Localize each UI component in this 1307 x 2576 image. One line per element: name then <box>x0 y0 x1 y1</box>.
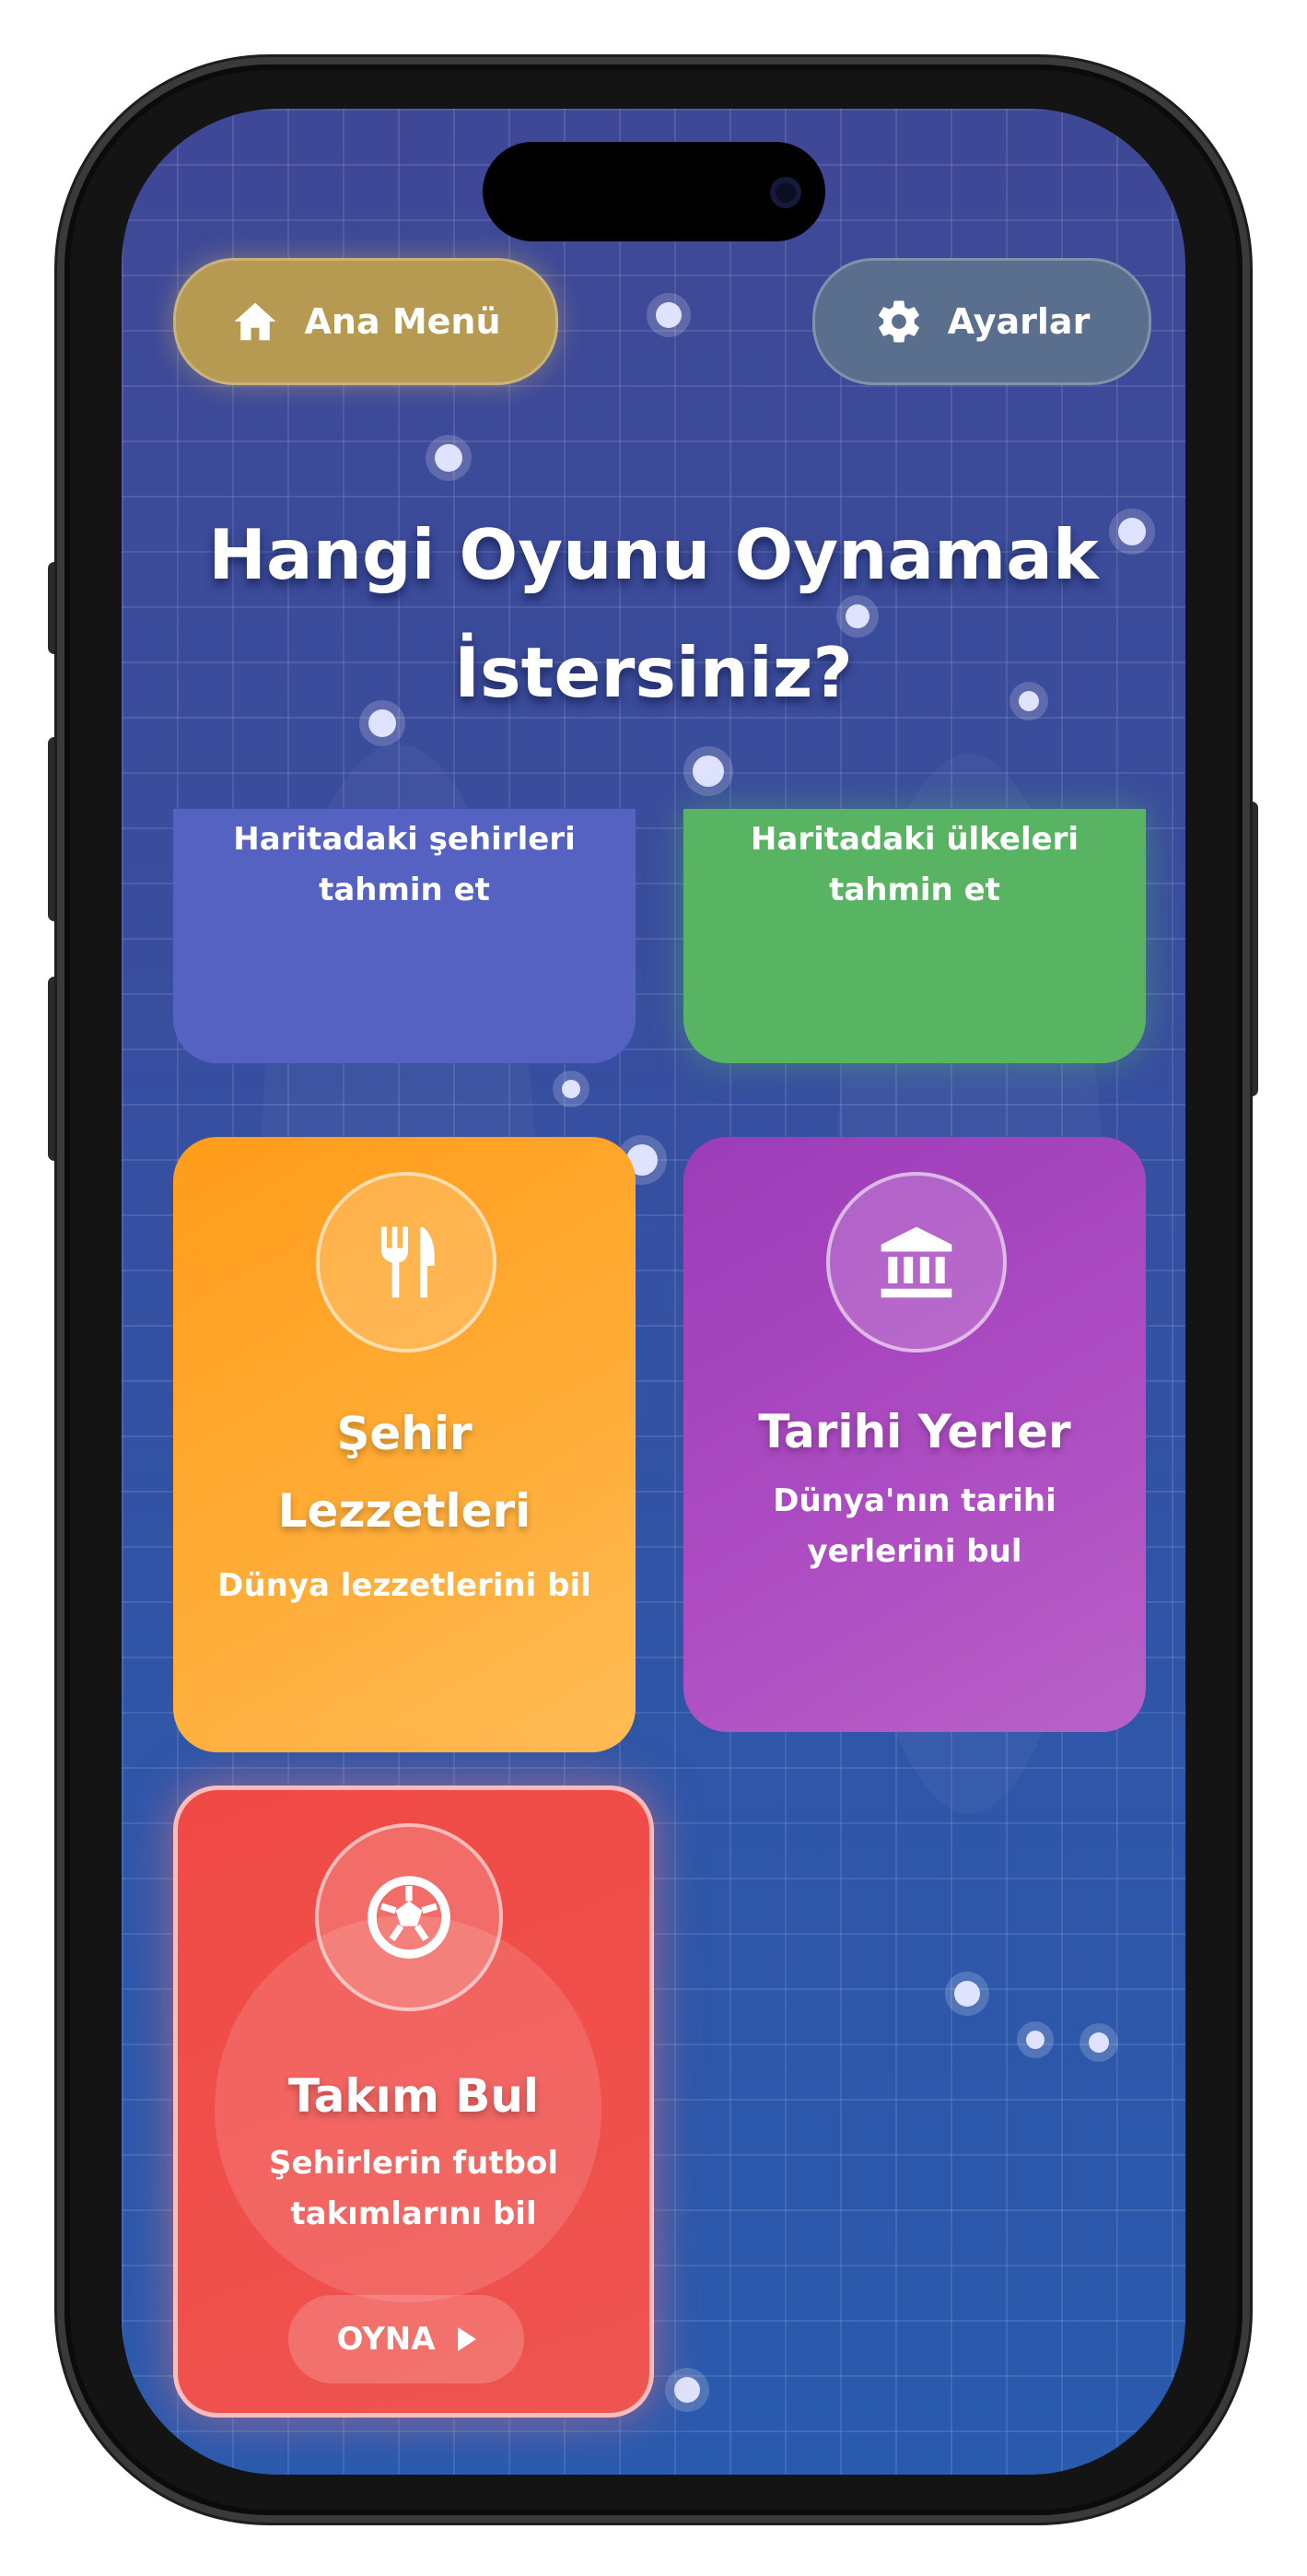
title-line-1: Hangi Oyunu Oynamak <box>208 514 1099 595</box>
card-description-line-2: tahmin et <box>319 872 490 908</box>
map-dot <box>954 1981 980 2007</box>
front-camera <box>770 177 801 208</box>
play-arrow-icon <box>457 2327 476 2351</box>
map-dot <box>674 2377 700 2403</box>
card-description-line-1: Dünya'nın tarihi <box>773 1482 1056 1519</box>
card-description-line-2: yerlerini bul <box>807 1533 1022 1570</box>
main-menu-label: Ana Menü <box>304 301 501 342</box>
card-icon-circle <box>826 1172 1007 1352</box>
app-screen: Ana Menü Ayarlar Hangi Oyunu Oynamak İst… <box>122 109 1185 2475</box>
card-description: Dünya lezzetlerini bil <box>217 1567 591 1604</box>
card-icon-circle <box>315 1823 503 2011</box>
play-button[interactable]: OYNA <box>288 2295 524 2383</box>
map-dot <box>1089 2032 1109 2053</box>
card-description-line-2: tahmin et <box>829 872 1000 908</box>
map-dot <box>693 755 724 787</box>
card-title: Takım Bul <box>287 2069 540 2123</box>
card-description-line-2: takımlarını bil <box>290 2195 537 2232</box>
landmark-icon <box>881 1226 952 1298</box>
card-title: Tarihi Yerler <box>758 1405 1071 1458</box>
gear-icon <box>878 300 919 343</box>
card-description-line-1: Haritadaki şehirleri <box>233 821 576 858</box>
utensils-icon <box>381 1226 435 1298</box>
play-button-label: OYNA <box>336 2321 436 2358</box>
map-dot <box>435 444 462 472</box>
card-description-line-1: Haritadaki ülkeleri <box>750 821 1079 858</box>
main-menu-button[interactable]: Ana Menü <box>173 258 558 385</box>
game-card-historic-places[interactable]: Tarihi Yerler Dünya'nın tarihi yerlerini… <box>683 1137 1146 1732</box>
map-dot <box>1026 2031 1044 2049</box>
map-dot <box>656 302 682 328</box>
settings-label: Ayarlar <box>947 301 1091 342</box>
map-dot <box>562 1080 580 1098</box>
card-icon-circle <box>316 1172 496 1352</box>
game-card-country-guess[interactable]: Haritadaki ülkeleri tahmin et <box>683 809 1146 1063</box>
soccer-ball-icon <box>368 1876 450 1959</box>
home-icon <box>234 302 276 341</box>
dynamic-island <box>483 142 825 241</box>
card-description-line-1: Şehirlerin futbol <box>269 2145 558 2182</box>
settings-button[interactable]: Ayarlar <box>812 258 1151 385</box>
card-title-line-2: Lezzetleri <box>277 1484 531 1538</box>
game-card-city-guess[interactable]: Haritadaki şehirleri tahmin et <box>173 809 636 1063</box>
card-title-line-1: Şehir <box>336 1407 473 1460</box>
title-line-2: İstersiniz? <box>454 632 853 713</box>
game-card-find-team[interactable]: Takım Bul Şehirlerin futbol takımlarını … <box>173 1786 654 2418</box>
game-card-city-flavors[interactable]: Şehir Lezzetleri Dünya lezzetlerini bil <box>173 1137 636 1752</box>
page-title: Hangi Oyunu Oynamak İstersiniz? <box>122 496 1185 732</box>
